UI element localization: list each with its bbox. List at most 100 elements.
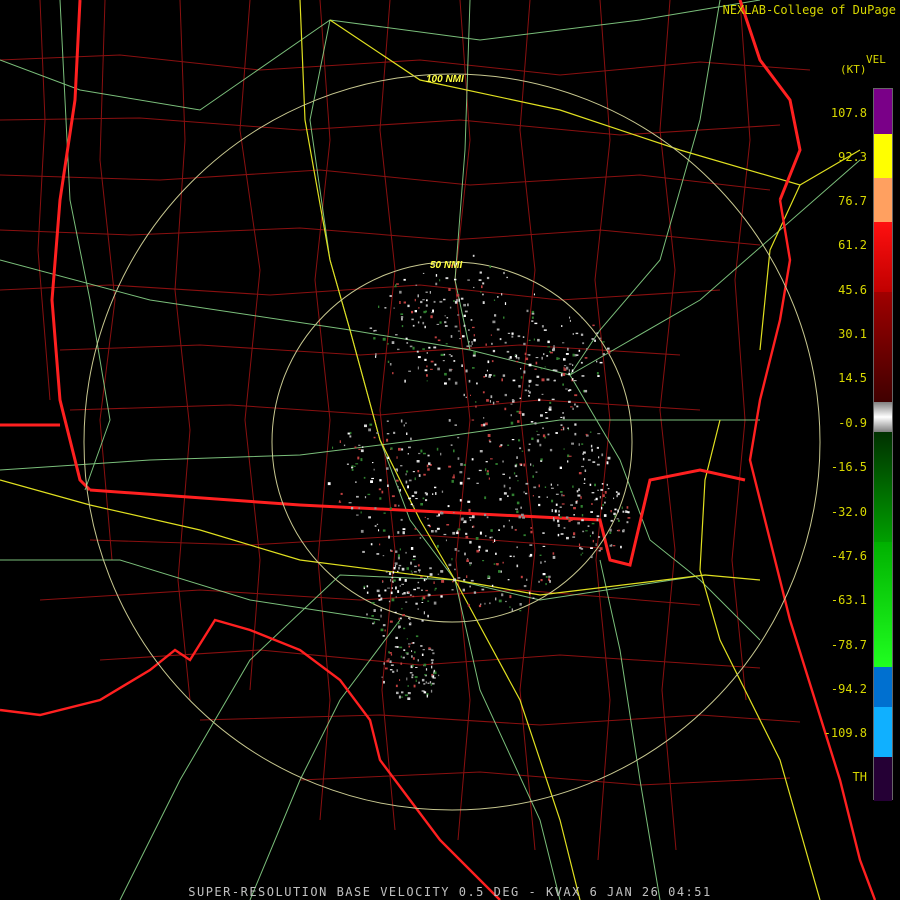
echo-pixel [397, 556, 400, 560]
echo-pixel [425, 304, 428, 307]
echo-pixel [381, 676, 383, 678]
echo-pixel [399, 548, 401, 551]
echo-pixel [457, 577, 461, 579]
echo-pixel [503, 316, 505, 319]
legend-tick: 45.6 [838, 283, 867, 297]
echo-pixel [580, 496, 582, 499]
echo-pixel [394, 646, 398, 648]
echo-pixel [608, 350, 611, 352]
echo-pixel [472, 254, 475, 257]
echo-pixel [561, 493, 563, 497]
echo-pixel [327, 482, 331, 486]
echo-pixel [414, 310, 417, 313]
echo-pixel [591, 492, 595, 494]
echo-pixel [355, 481, 357, 483]
echo-pixel [597, 375, 600, 377]
echo-pixel [443, 298, 446, 301]
echo-pixel [412, 471, 415, 473]
echo-pixel [543, 329, 547, 331]
echo-pixel [413, 588, 416, 591]
echo-pixel [361, 446, 364, 448]
echo-pixel [440, 595, 443, 598]
echo-pixel [430, 368, 433, 370]
echo-pixel [522, 516, 525, 519]
echo-pixel [434, 530, 438, 533]
echo-pixel [610, 510, 612, 513]
echo-pixel [375, 353, 377, 356]
echo-pixel [590, 444, 593, 448]
echo-pixel [530, 463, 532, 466]
echo-pixel [388, 600, 391, 603]
echo-pixel [460, 518, 464, 521]
echo-pixel [516, 546, 518, 549]
echo-pixel [473, 338, 476, 342]
echo-pixel [523, 463, 526, 467]
echo-pixel [515, 475, 518, 477]
echo-pixel [457, 436, 460, 439]
echo-pixel [544, 560, 546, 563]
echo-pixel [476, 382, 478, 385]
echo-pixel [453, 578, 456, 582]
echo-pixel [613, 497, 615, 500]
echo-pixel [533, 338, 535, 341]
echo-pixel [531, 320, 534, 322]
echo-pixel [470, 394, 471, 396]
echo-pixel [531, 312, 535, 315]
echo-pixel [351, 507, 354, 510]
echo-pixel [483, 376, 486, 378]
legend-tick: 14.5 [838, 371, 867, 385]
echo-pixel [414, 491, 418, 493]
range-rings [83, 73, 821, 811]
echo-pixel [539, 443, 542, 447]
echo-pixel [374, 329, 377, 332]
echo-pixel [395, 636, 398, 639]
echo-pixel [585, 433, 588, 436]
echo-pixel [394, 611, 397, 613]
echo-pixel [469, 345, 472, 347]
echo-pixel [434, 486, 437, 489]
echo-pixel [596, 463, 600, 466]
echo-pixel [576, 405, 579, 408]
echo-pixel [378, 599, 381, 601]
echo-pixel [432, 493, 434, 495]
echo-pixel [467, 604, 470, 607]
echo-pixel [414, 477, 416, 481]
echo-pixel [609, 544, 613, 547]
echo-pixel [406, 677, 408, 681]
echo-pixel [382, 337, 386, 341]
echo-pixel [490, 334, 492, 336]
echo-pixel [440, 511, 444, 515]
echo-pixel [482, 560, 485, 562]
echo-pixel [567, 347, 569, 351]
echo-pixel [368, 428, 371, 432]
echo-pixel [492, 320, 496, 324]
echo-pixel [591, 522, 595, 525]
echo-pixel [579, 546, 582, 549]
echo-pixel [460, 509, 462, 511]
echo-pixel [507, 579, 510, 581]
echo-pixel [399, 301, 401, 304]
echo-pixel [609, 531, 612, 534]
echo-pixel [485, 461, 488, 463]
echo-pixel [423, 611, 425, 615]
echo-pixel [452, 531, 456, 535]
echo-pixel [524, 352, 527, 355]
echo-pixel [372, 622, 375, 625]
echo-pixel [406, 432, 408, 435]
range-ring-label-100: 100 NMI [426, 74, 464, 85]
echo-pixel [617, 509, 619, 513]
echo-pixel [573, 532, 576, 536]
echo-pixel [493, 374, 496, 377]
echo-pixel [371, 602, 375, 604]
echo-pixel [429, 291, 431, 294]
echo-pixel [424, 369, 428, 372]
echo-pixel [485, 343, 487, 346]
echo-pixel [419, 537, 422, 539]
echo-pixel [391, 577, 394, 579]
echo-pixel [517, 480, 519, 482]
echo-pixel [418, 307, 420, 309]
echo-pixel [602, 494, 605, 498]
echo-pixel [349, 431, 352, 435]
echo-pixel [466, 558, 469, 560]
echo-pixel [528, 379, 532, 383]
